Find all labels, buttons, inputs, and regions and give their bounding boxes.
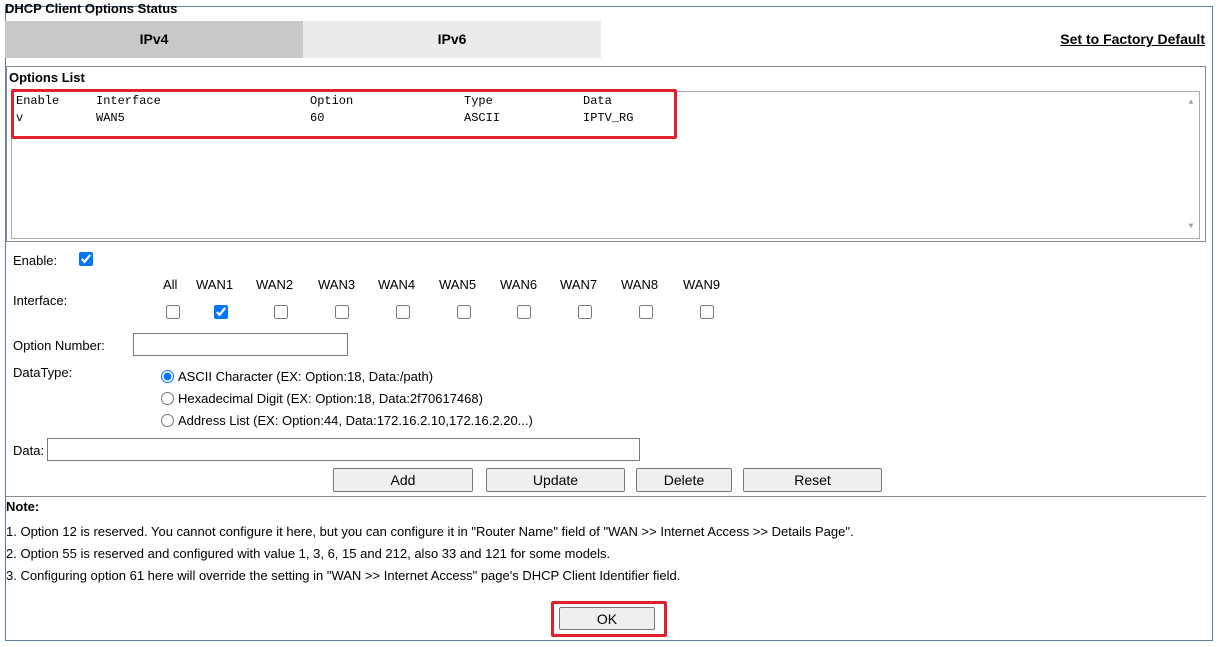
header-data: Data <box>583 94 612 108</box>
header-interface: Interface <box>96 94 161 108</box>
datatype-address-radio[interactable] <box>161 414 174 427</box>
cell-interface: WAN5 <box>96 111 125 125</box>
options-list-title: Options List <box>9 70 85 85</box>
option-number-label: Option Number: <box>13 338 105 353</box>
update-button[interactable]: Update <box>486 468 625 492</box>
interface-wan5-label: WAN5 <box>439 277 477 292</box>
cell-type: ASCII <box>464 111 501 125</box>
interface-wan9-label: WAN9 <box>683 277 721 292</box>
ok-button[interactable]: OK <box>559 607 655 630</box>
interface-wan3-label: WAN3 <box>318 277 356 292</box>
data-input[interactable] <box>47 438 640 461</box>
interface-wan8-checkbox[interactable] <box>639 305 653 319</box>
datatype-hex-radio[interactable] <box>161 392 174 405</box>
set-factory-default-link[interactable]: Set to Factory Default <box>1060 21 1205 58</box>
data-label: Data: <box>13 443 45 458</box>
tab-ipv6[interactable]: IPv6 <box>303 21 601 58</box>
interface-wan6-label: WAN6 <box>500 277 538 292</box>
options-listbox[interactable]: Enable Interface Option Type Data v WAN5… <box>11 91 1200 239</box>
interface-wan7-label: WAN7 <box>560 277 598 292</box>
scroll-down-arrow-icon[interactable]: ▼ <box>1186 222 1196 232</box>
options-header-row: Enable Interface Option Type Data <box>16 93 612 109</box>
interface-wan2-checkbox[interactable] <box>274 305 288 319</box>
datatype-ascii-radio[interactable] <box>161 370 174 383</box>
scroll-up-arrow-icon[interactable]: ▲ <box>1186 98 1196 108</box>
header-option: Option <box>310 94 354 108</box>
interface-wan1-label: WAN1 <box>196 277 234 292</box>
note-title: Note: <box>6 499 40 514</box>
enable-checkbox[interactable] <box>79 252 93 266</box>
table-row[interactable]: v WAN5 60 ASCII IPTV_RG <box>16 110 633 126</box>
interface-wan7-checkbox[interactable] <box>578 305 592 319</box>
section-divider <box>6 496 1206 497</box>
interface-wan4-label: WAN4 <box>378 277 416 292</box>
tab-bar: IPv4 IPv6 Set to Factory Default <box>5 21 1205 58</box>
datatype-ascii-option[interactable]: ASCII Character (EX: Option:18, Data:/pa… <box>161 367 433 387</box>
interface-wan3-checkbox[interactable] <box>335 305 349 319</box>
header-enable: Enable <box>16 94 60 108</box>
option-number-input[interactable] <box>133 333 348 356</box>
add-button[interactable]: Add <box>333 468 473 492</box>
interface-wan9-checkbox[interactable] <box>700 305 714 319</box>
datatype-label: DataType: <box>13 365 73 380</box>
page-title: DHCP Client Options Status <box>5 1 178 16</box>
options-list-section: Options List Enable Interface Option Typ… <box>6 66 1206 242</box>
delete-button[interactable]: Delete <box>636 468 732 492</box>
interface-wan1-checkbox[interactable] <box>214 305 228 319</box>
interface-wan8-label: WAN8 <box>621 277 659 292</box>
reset-button[interactable]: Reset <box>743 468 882 492</box>
cell-data: IPTV_RG <box>583 111 634 125</box>
cell-option: 60 <box>310 111 325 125</box>
tab-ipv4[interactable]: IPv4 <box>5 21 303 58</box>
cell-enable: v <box>16 111 24 125</box>
enable-label: Enable: <box>13 253 58 268</box>
interface-wan6-checkbox[interactable] <box>517 305 531 319</box>
interface-label: Interface: <box>13 293 68 308</box>
datatype-ascii-label: ASCII Character (EX: Option:18, Data:/pa… <box>178 369 434 384</box>
note-line-1: 1. Option 12 is reserved. You cannot con… <box>6 524 854 539</box>
note-line-3: 3. Configuring option 61 here will overr… <box>6 568 681 583</box>
interface-wan4-checkbox[interactable] <box>396 305 410 319</box>
interface-all-checkbox[interactable] <box>166 305 180 319</box>
datatype-hex-label: Hexadecimal Digit (EX: Option:18, Data:2… <box>178 391 483 406</box>
datatype-hex-option[interactable]: Hexadecimal Digit (EX: Option:18, Data:2… <box>161 389 483 409</box>
header-type: Type <box>464 94 493 108</box>
datatype-address-option[interactable]: Address List (EX: Option:44, Data:172.16… <box>161 411 533 431</box>
datatype-address-label: Address List (EX: Option:44, Data:172.16… <box>178 413 533 428</box>
interface-all-label: All <box>163 277 178 292</box>
interface-wan5-checkbox[interactable] <box>457 305 471 319</box>
note-line-2: 2. Option 55 is reserved and configured … <box>6 546 611 561</box>
interface-wan2-label: WAN2 <box>256 277 294 292</box>
